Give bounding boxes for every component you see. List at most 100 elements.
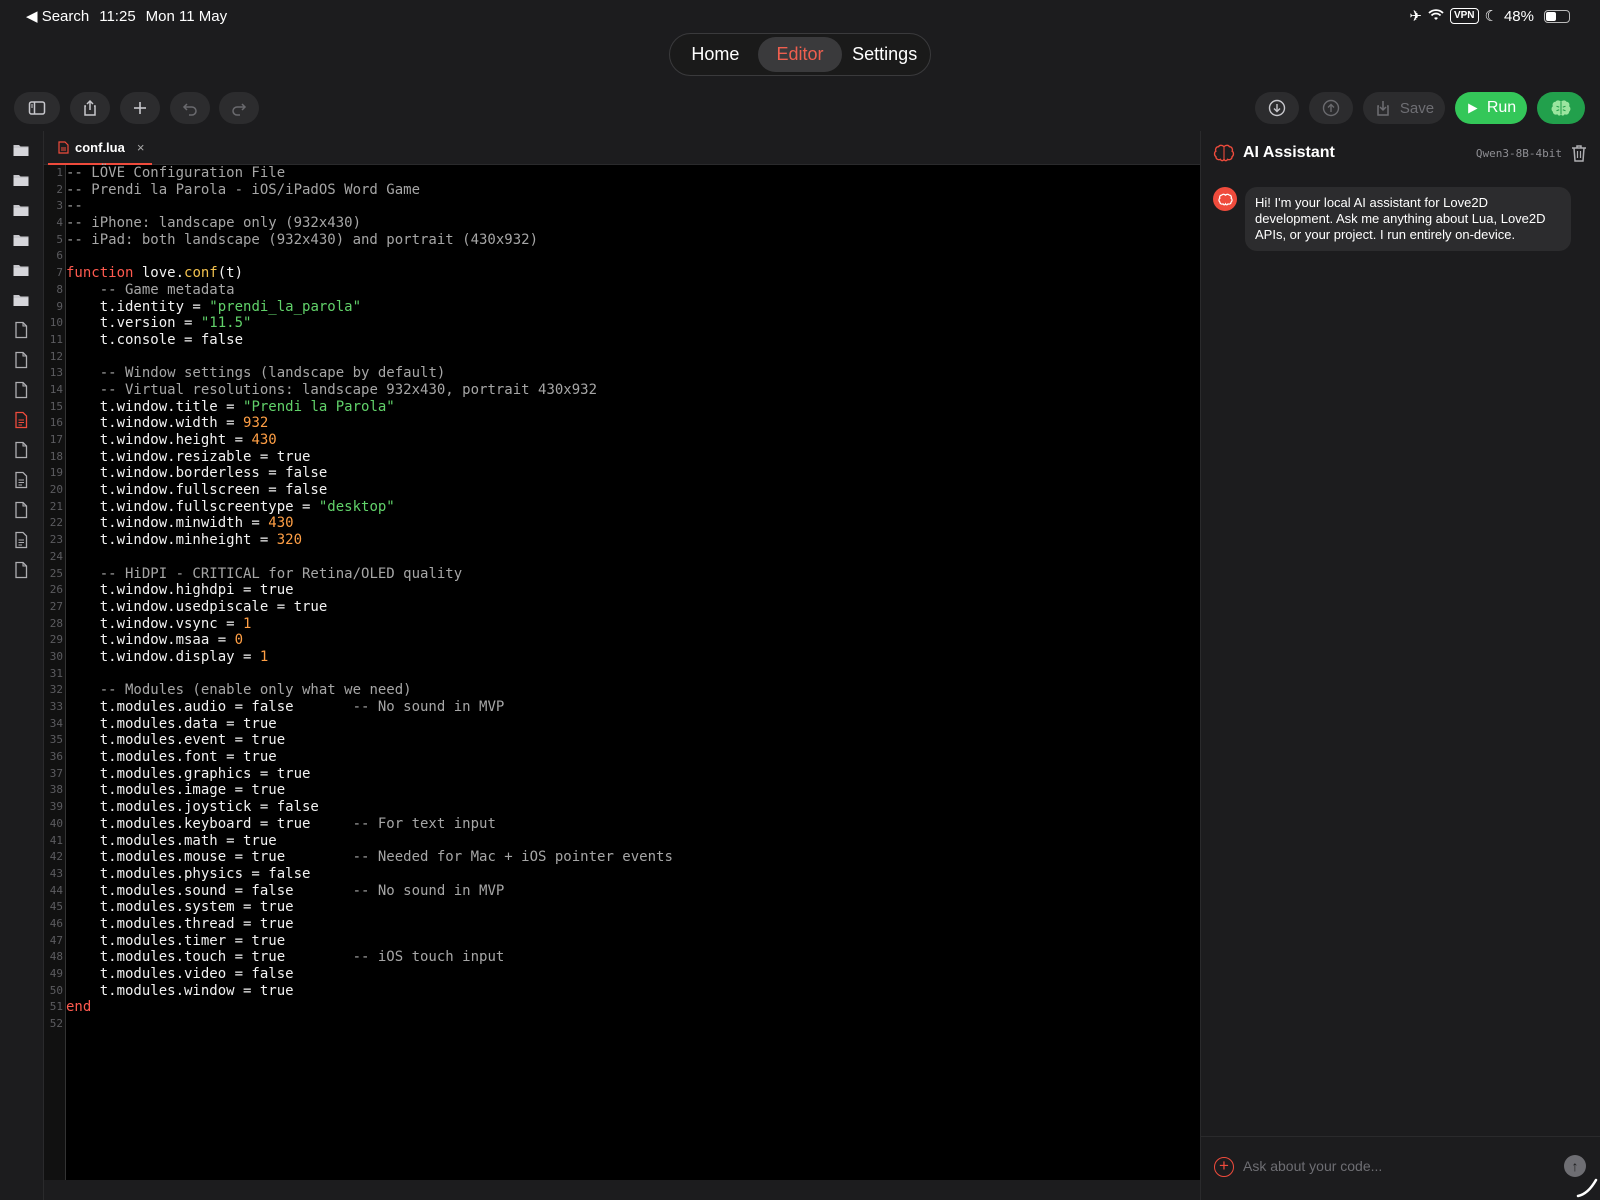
- line-number: 24: [49, 549, 63, 563]
- line-content: t.window.minwidth = 430: [66, 515, 294, 532]
- folder-icon[interactable]: [12, 231, 30, 249]
- lua-file-icon: [58, 140, 69, 154]
- moon-icon: ☾: [1484, 8, 1498, 25]
- upload-button[interactable]: [1309, 92, 1353, 124]
- line-content: -- Prendi la Parola - iOS/iPadOS Word Ga…: [66, 182, 420, 199]
- line-number: 17: [49, 433, 63, 446]
- code-token: t.window.height =: [66, 432, 252, 448]
- file-icon[interactable]: [12, 441, 30, 459]
- redo-button[interactable]: [219, 92, 259, 124]
- line-number: 16: [49, 416, 63, 430]
- back-to-search-link[interactable]: ◀ Search: [26, 7, 89, 25]
- toggle-sidebar-button[interactable]: [14, 92, 60, 124]
- save-button[interactable]: Save: [1363, 92, 1445, 124]
- folder-icon[interactable]: [12, 291, 30, 309]
- new-file-button[interactable]: [120, 92, 160, 124]
- line-content: t.identity = "prendi_la_parola": [66, 299, 361, 316]
- line-number: 2: [56, 182, 63, 196]
- file-icon[interactable]: [12, 321, 30, 339]
- file-lua-active-icon[interactable]: [12, 411, 30, 429]
- code-token: --: [66, 198, 83, 215]
- code-line: 12: [44, 349, 1200, 366]
- code-token: -- LÖVE Configuration File: [66, 165, 286, 181]
- code-area[interactable]: 1 -- LÖVE Configuration File 2 -- Prendi la…: [44, 165, 1200, 1180]
- line-content: -- HiDPI - CRITICAL for Retina/OLED qual…: [66, 566, 462, 583]
- line-content: -- Modules (enable only what we need): [66, 682, 412, 699]
- tab-home[interactable]: Home: [673, 37, 758, 72]
- line-number: 29: [49, 633, 63, 647]
- status-date: Mon 11 May: [145, 7, 228, 25]
- code-token: -- iPad: both landscape (932x430) and po…: [66, 231, 539, 248]
- tab-conf-lua[interactable]: conf.lua ×: [48, 131, 152, 165]
- add-attachment-button[interactable]: +: [1214, 1157, 1234, 1177]
- airplane-icon: ✈: [1409, 8, 1422, 25]
- code-line: 50 t.modules.window = true: [44, 983, 1200, 1000]
- line-content: t.window.msaa = 0: [66, 632, 243, 649]
- file-icon[interactable]: [12, 381, 30, 399]
- tab-settings[interactable]: Settings: [842, 37, 927, 72]
- plus-icon: [134, 102, 146, 114]
- line-number: 40: [49, 816, 63, 830]
- code-line: 11 t.console = false: [44, 332, 1200, 349]
- undo-button[interactable]: [170, 92, 210, 124]
- code-line: 31: [44, 666, 1200, 683]
- code-token: t.window.minheight =: [66, 532, 277, 549]
- code-line: 23 t.window.minheight = 320: [44, 532, 1200, 549]
- code-token: t.console = false: [66, 331, 244, 348]
- folder-icon[interactable]: [12, 141, 30, 159]
- code-token: t.modules.image = true: [66, 782, 286, 799]
- code-token: function: [66, 265, 134, 282]
- file-icon[interactable]: [12, 561, 30, 579]
- code-line: 52: [44, 1016, 1200, 1033]
- folder-icon[interactable]: [12, 261, 30, 279]
- code-token: -- No sound in MVP: [352, 699, 505, 715]
- line-number: 31: [49, 666, 63, 680]
- folder-icon[interactable]: [12, 171, 30, 189]
- line-number: 41: [49, 833, 63, 847]
- line-content: t.window.resizable = true: [66, 449, 311, 466]
- file-icon[interactable]: [12, 351, 30, 369]
- code-token: t.modules.audio = false: [66, 699, 353, 715]
- folder-icon[interactable]: [12, 201, 30, 219]
- code-line: 20 t.window.fullscreen = false: [44, 482, 1200, 499]
- code-token: t.identity =: [66, 298, 210, 315]
- code-token: t.window.minwidth =: [66, 515, 269, 532]
- code-token: end: [66, 999, 92, 1016]
- assistant-message: Hi! I'm your local AI assistant for Love…: [1245, 187, 1571, 251]
- close-tab-icon[interactable]: ×: [137, 140, 145, 155]
- file-text-icon[interactable]: [12, 471, 30, 489]
- code-line: 18 t.window.resizable = true: [44, 449, 1200, 466]
- line-number: 10: [49, 316, 63, 330]
- line-number: 52: [49, 1017, 63, 1031]
- code-line: 33 t.modules.audio = false -- No sound i…: [44, 699, 1200, 716]
- run-button[interactable]: Run: [1455, 92, 1527, 124]
- file-text-icon[interactable]: [12, 531, 30, 549]
- line-number: 50: [49, 983, 63, 997]
- download-button[interactable]: [1255, 92, 1299, 124]
- code-line: 22 t.window.minwidth = 430: [44, 515, 1200, 532]
- code-line: 29 t.window.msaa = 0: [44, 632, 1200, 649]
- ai-prompt-input[interactable]: [1243, 1153, 1543, 1179]
- code-line: 48 t.modules.touch = true -- iOS touch i…: [44, 949, 1200, 966]
- line-number: 32: [49, 683, 63, 697]
- file-icon[interactable]: [12, 501, 30, 519]
- line-content: t.modules.sound = false -- No sound in M…: [66, 883, 505, 900]
- code-line: 36 t.modules.font = true: [44, 749, 1200, 766]
- code-line: 15 t.window.title = "Prendi la Parola": [44, 399, 1200, 416]
- play-icon: [1467, 102, 1478, 114]
- line-number: 1: [56, 166, 63, 179]
- code-line: 8 -- Game metadata: [44, 282, 1200, 299]
- code-line: 3 --: [44, 198, 1200, 215]
- code-line: 41 t.modules.math = true: [44, 833, 1200, 850]
- code-token: t.window.highdpi = true: [66, 582, 294, 599]
- code-token: love.: [133, 265, 185, 282]
- ai-assistant-toggle-button[interactable]: [1537, 92, 1585, 124]
- code-token: 320: [276, 532, 303, 549]
- code-line: 35 t.modules.event = true: [44, 732, 1200, 749]
- clear-chat-button[interactable]: [1570, 143, 1588, 163]
- code-line: 10 t.version = "11.5": [44, 315, 1200, 332]
- share-icon: [84, 99, 96, 116]
- line-content: -- iPhone: landscape only (932x430): [66, 215, 361, 232]
- share-button[interactable]: [70, 92, 110, 124]
- tab-editor[interactable]: Editor: [757, 37, 843, 72]
